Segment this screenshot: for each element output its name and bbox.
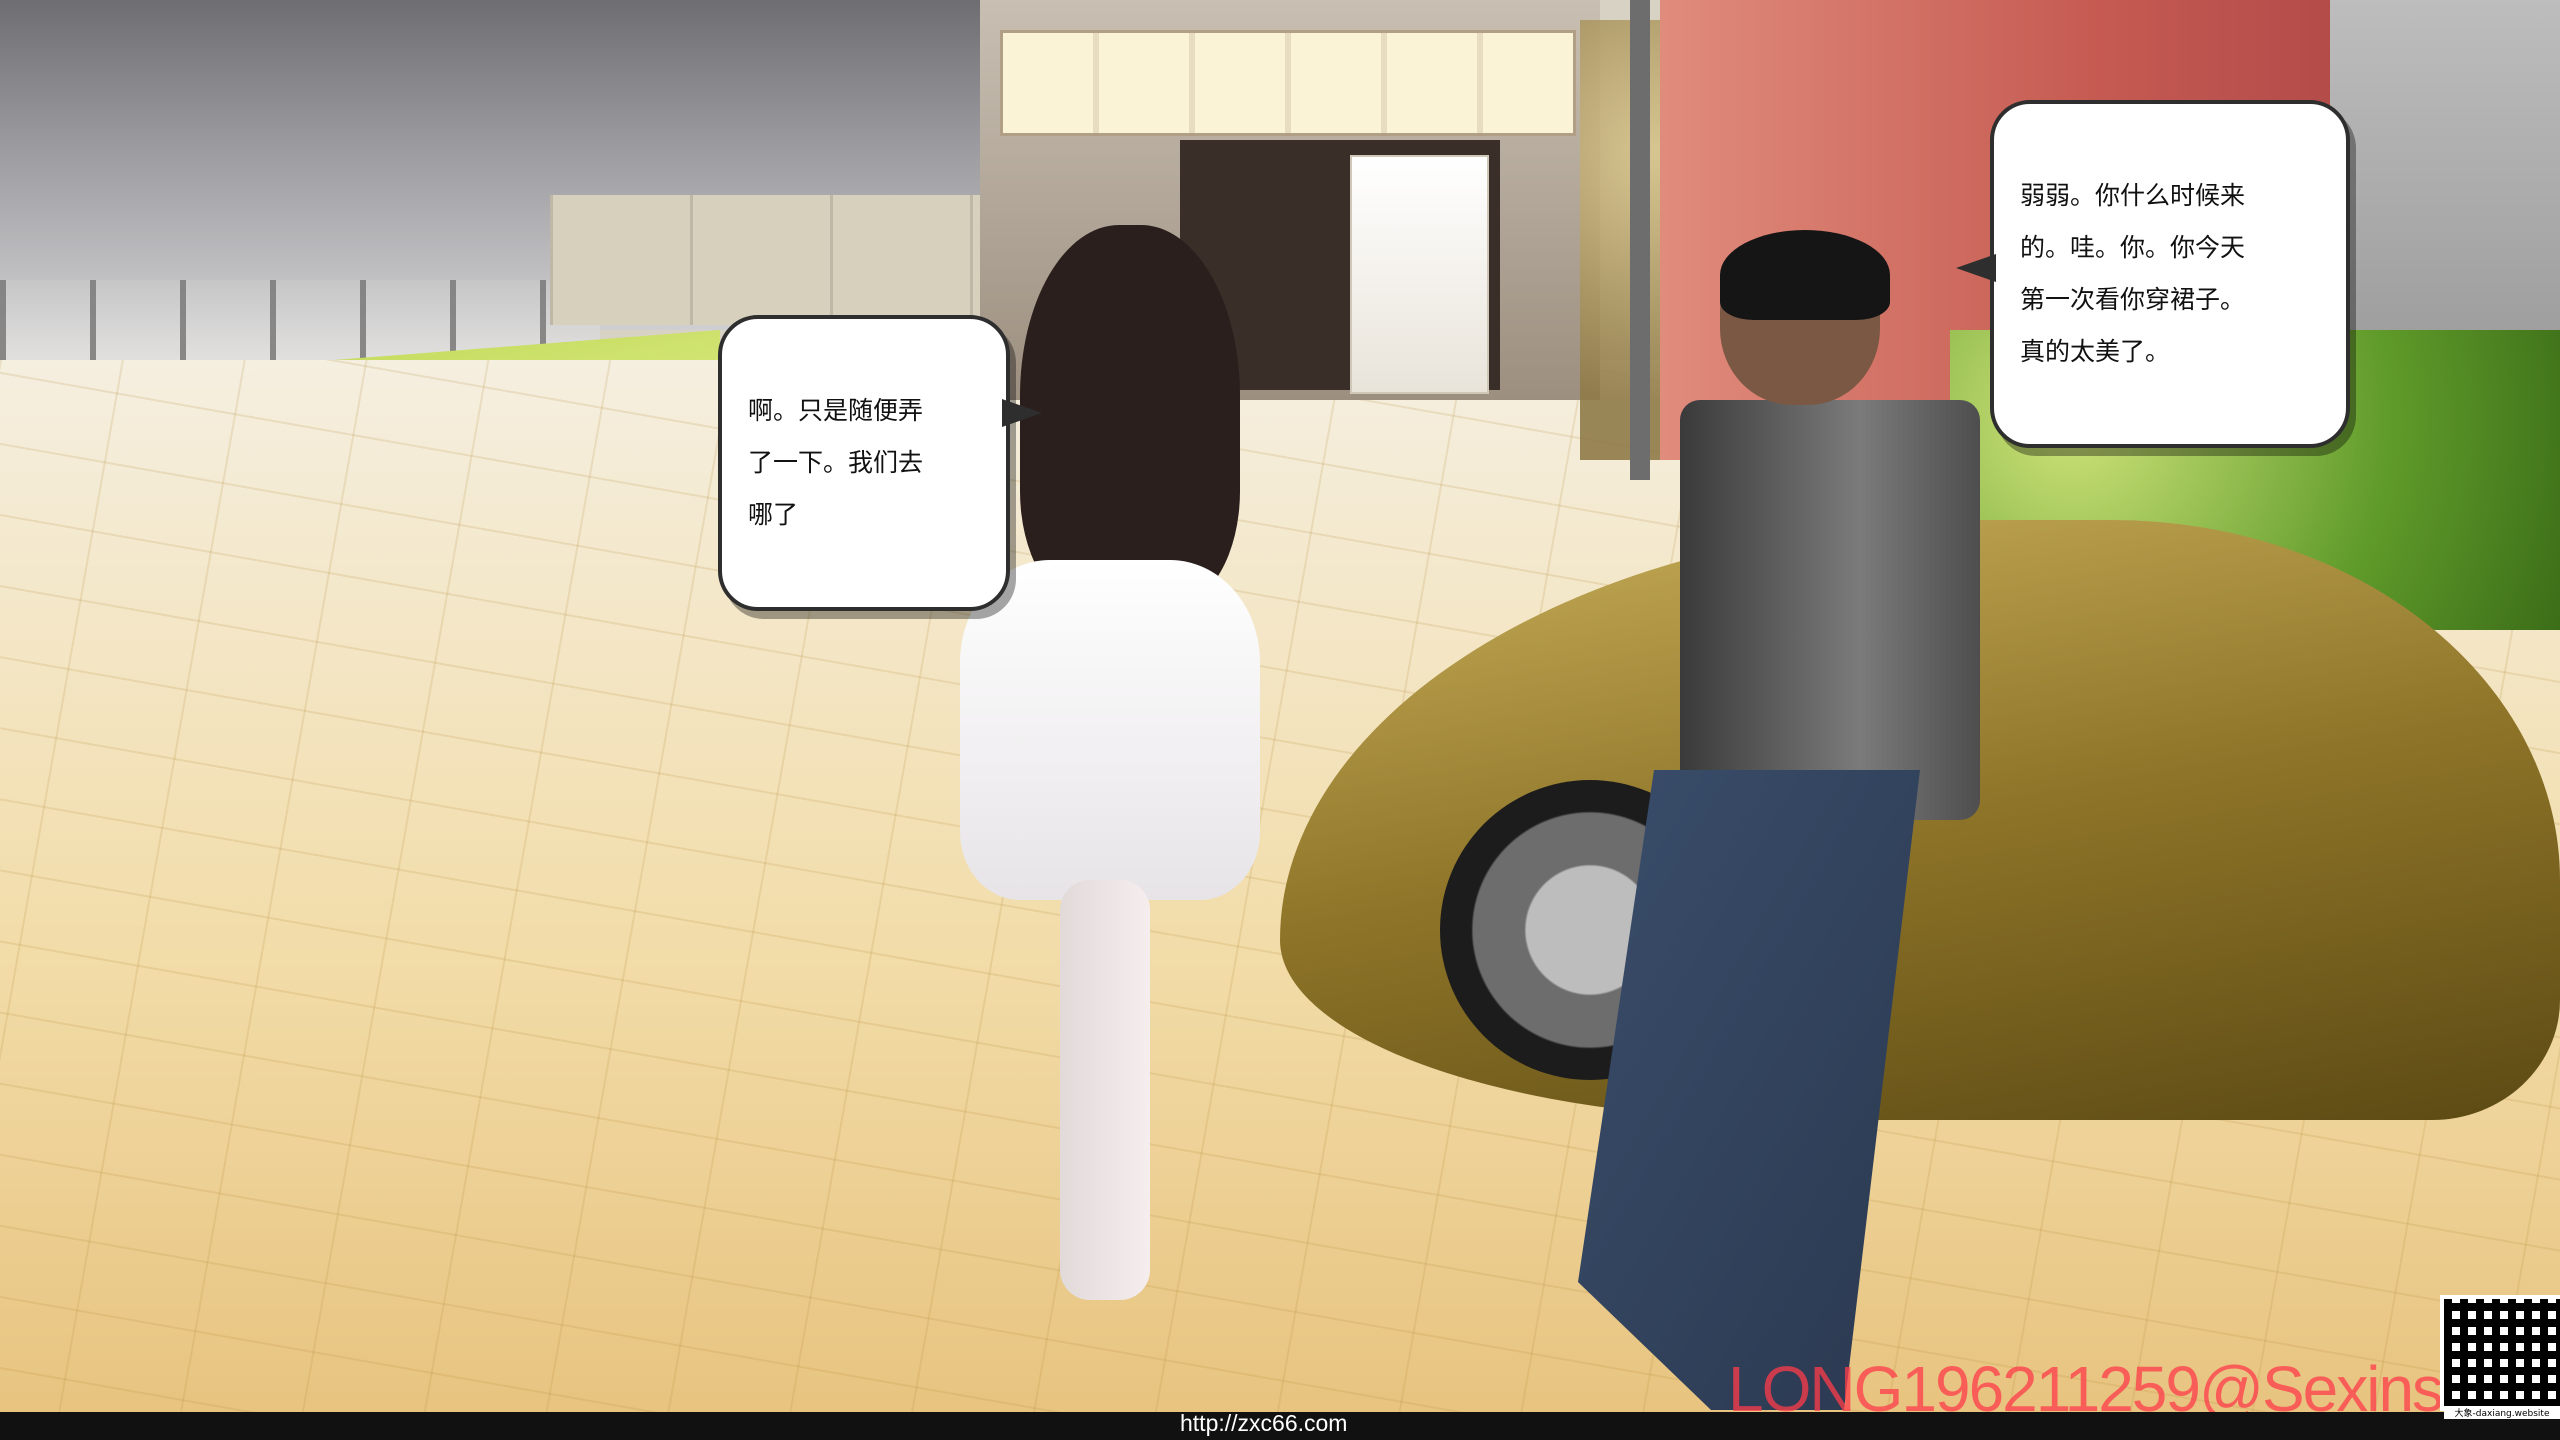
- store-sign: [1000, 30, 1576, 136]
- man-character-hair: [1720, 230, 1890, 320]
- qr-caption: 大象-daxiang.website: [2444, 1406, 2560, 1419]
- man-dialogue-text: 弱弱。你什么时候来 的。哇。你。你今天 第一次看你穿裙子。 真的太美了。: [2020, 181, 2246, 366]
- stone-wall: [550, 195, 1000, 325]
- qr-code-icon: [2440, 1295, 2560, 1411]
- girl-speech-bubble: 啊。只是随便弄 了一下。我们去 哪了: [718, 315, 1042, 611]
- vending-machine: [1350, 155, 1489, 394]
- girl-character-legs: [1060, 880, 1150, 1300]
- street-pole: [1630, 0, 1650, 480]
- girl-character-dress: [960, 560, 1260, 900]
- man-speech-bubble: 弱弱。你什么时候来 的。哇。你。你今天 第一次看你穿裙子。 真的太美了。: [1956, 100, 2350, 448]
- girl-character-hair: [1020, 225, 1240, 605]
- speech-tail: [1002, 399, 1042, 427]
- girl-dialogue-text: 啊。只是随便弄 了一下。我们去 哪了: [748, 396, 924, 529]
- man-character-body: [1680, 400, 1980, 820]
- speech-tail: [1956, 254, 1996, 282]
- footer-url[interactable]: http://zxc66.com: [1180, 1410, 1347, 1437]
